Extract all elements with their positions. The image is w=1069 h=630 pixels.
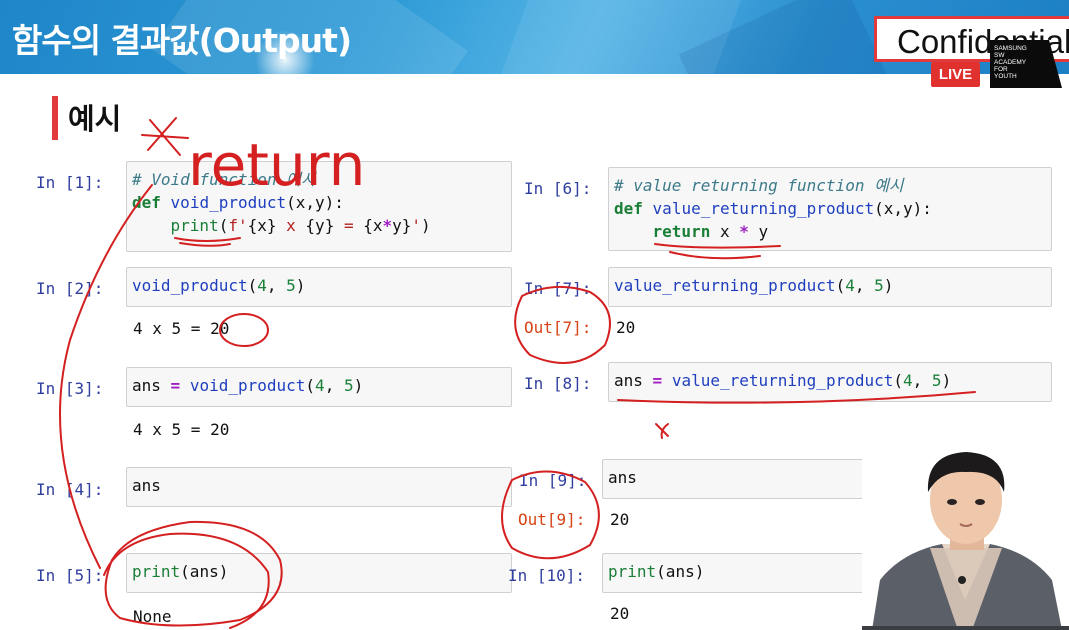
in-prompt-8: In [8]: (524, 374, 592, 393)
code-cell-4[interactable]: ans (126, 467, 512, 507)
in-prompt-5: In [5]: (36, 566, 104, 585)
cell-output-9: 20 (610, 510, 630, 529)
cell-output-3: 4 x 5 = 20 (133, 420, 230, 439)
section-title: 예시 (68, 102, 122, 136)
code-cell-8[interactable]: ans = value_returning_product(4, 5) (608, 362, 1052, 402)
out-prompt-7: Out[7]: (524, 318, 592, 337)
code-comment: # Void function 예시 (132, 170, 316, 189)
code-cell-3[interactable]: ans = void_product(4, 5) (126, 367, 512, 407)
cell-output-2: 4 x 5 = 20 (133, 319, 230, 338)
in-prompt-2: In [2]: (36, 279, 104, 298)
presenter-video (862, 440, 1069, 630)
logo-line: ACADEMY (994, 59, 1027, 66)
in-prompt-10: In [10]: (508, 566, 586, 585)
code-comment: # value returning function 예시 (614, 176, 904, 195)
logo-line: FOR (994, 66, 1008, 73)
in-prompt-6: In [6]: (524, 179, 592, 198)
out-prompt-9: Out[9]: (518, 510, 586, 529)
code-cell-2[interactable]: void_product(4, 5) (126, 267, 512, 307)
in-prompt-1: In [1]: (36, 173, 104, 192)
cell-output-10: 20 (610, 604, 630, 623)
section-accent-bar (52, 96, 58, 140)
in-prompt-9: In [9]: (519, 471, 587, 490)
logo-line: YOUTH (994, 73, 1017, 80)
code-cell-1[interactable]: # Void function 예시 def void_product(x,y)… (126, 161, 512, 252)
logo-line: SW (994, 52, 1005, 59)
slide-title: 함수의 결과값(Output) (12, 21, 352, 60)
live-badge: LIVE (931, 62, 980, 87)
in-prompt-7: In [7]: (524, 279, 592, 298)
code-cell-5[interactable]: print(ans) (126, 553, 512, 593)
in-prompt-3: In [3]: (36, 379, 104, 398)
cell-output-5: None (133, 607, 172, 626)
in-prompt-4: In [4]: (36, 480, 104, 499)
code-cell-7[interactable]: value_returning_product(4, 5) (608, 267, 1052, 307)
code-cell-6[interactable]: # value returning function 예시 def value_… (608, 167, 1052, 251)
cell-output-7: 20 (616, 318, 636, 337)
